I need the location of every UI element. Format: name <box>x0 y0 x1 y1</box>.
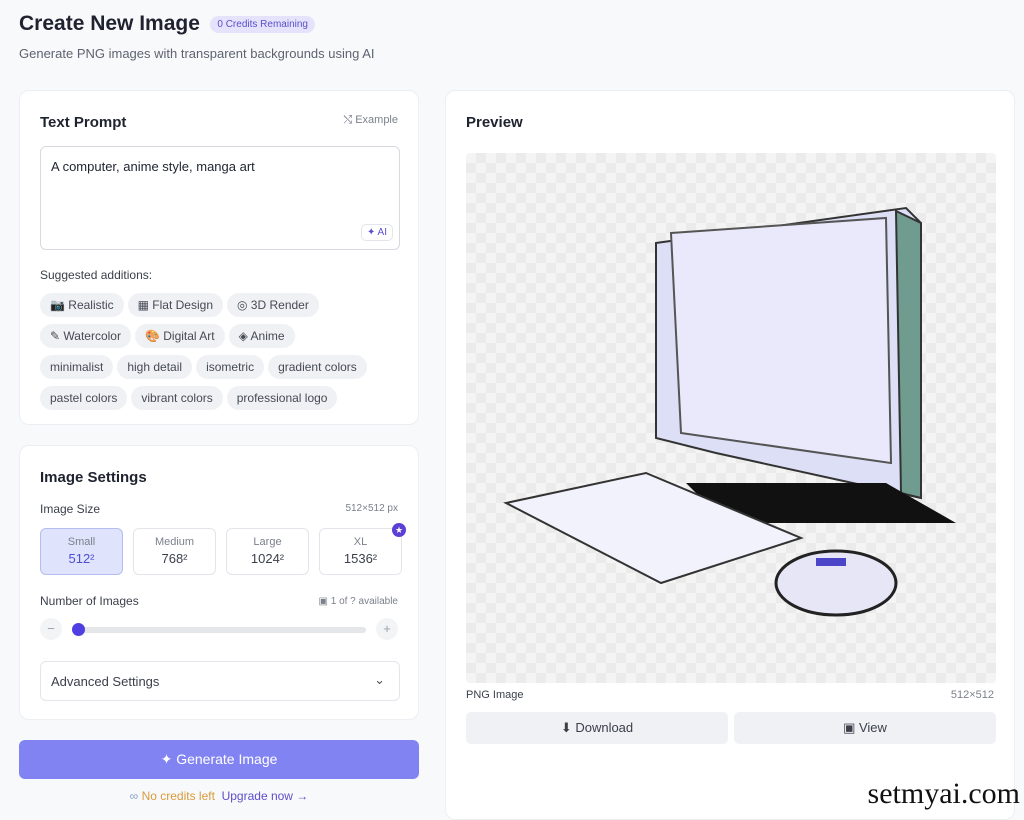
chip-watercolor[interactable]: ✎ Watercolor <box>40 324 131 348</box>
ai-enhance-button[interactable]: ✦ AI <box>360 224 393 241</box>
upgrade-link[interactable]: Upgrade now → <box>222 789 309 803</box>
generate-image-button[interactable]: ✦ Generate Image <box>19 740 419 779</box>
preview-image <box>466 153 996 683</box>
increment-button[interactable]: + <box>376 618 398 640</box>
credits-badge: 0 Credits Remaining <box>210 15 315 33</box>
image-settings-title: Image Settings <box>40 469 147 486</box>
watermark: setmyai.com <box>867 777 1020 810</box>
tag-chips: minimalist high detail isometric gradient c… <box>40 355 410 417</box>
tag-chip[interactable]: pastel colors <box>40 386 128 410</box>
tag-chip[interactable]: gradient colors <box>268 355 367 379</box>
advanced-settings-label: Advanced Settings <box>51 674 160 689</box>
page-title: Create New Image <box>19 12 200 35</box>
size-name: Large <box>253 536 282 548</box>
suggested-label: Suggested additions: <box>40 268 153 282</box>
number-of-images-label: Number of Images <box>40 594 139 608</box>
size-large[interactable]: Large 1024² <box>226 528 309 575</box>
preview-type: PNG Image <box>466 689 524 701</box>
preview-title: Preview <box>466 114 523 131</box>
advanced-settings-toggle[interactable]: Advanced Settings ⌄ <box>40 661 400 701</box>
no-credits-text: No credits left <box>141 789 215 803</box>
image-size-label: Image Size <box>40 502 101 516</box>
tag-chip[interactable]: minimalist <box>40 355 114 379</box>
computer-illustration <box>503 206 956 617</box>
tag-chip[interactable]: high detail <box>117 355 193 379</box>
size-medium[interactable]: Medium 768² <box>133 528 216 575</box>
download-button[interactable]: ⬇ Download <box>466 712 728 744</box>
chip-realistic[interactable]: 📷 Realistic <box>40 293 124 317</box>
preview-dimensions: 512×512 <box>950 689 994 701</box>
image-settings-card: Image Settings Image Size 512×512 px Sma… <box>19 445 419 720</box>
chip-anime[interactable]: ◈ Anime <box>228 324 295 348</box>
chip-flat-design[interactable]: ▦ Flat Design <box>127 293 223 317</box>
chip-3d-render[interactable]: ◎ 3D Render <box>227 293 319 317</box>
prompt-input[interactable]: A computer, anime style, manga art ✦ AI <box>40 146 400 250</box>
chip-digital-art[interactable]: 🎨 Digital Art <box>134 324 225 348</box>
size-px: 1024² <box>250 551 285 566</box>
image-count-slider[interactable] <box>78 627 366 633</box>
size-name: Medium <box>154 536 195 548</box>
image-size-value: 512×512 px <box>345 503 398 514</box>
tag-chip[interactable]: professional logo <box>226 386 338 410</box>
prompt-text: A computer, anime style, manga art <box>51 159 255 174</box>
decrement-button[interactable]: − <box>40 618 62 640</box>
page-subtitle: Generate PNG images with transparent bac… <box>19 46 375 61</box>
text-prompt-title: Text Prompt <box>40 114 127 131</box>
infinity-icon: ∞ <box>129 789 142 803</box>
size-small[interactable]: Small 512² <box>40 528 123 575</box>
chevron-down-icon: ⌄ <box>374 672 385 687</box>
images-available: ▣ 1 of ? available <box>318 596 399 607</box>
size-px: 768² <box>161 551 188 566</box>
tag-chip[interactable]: vibrant colors <box>131 386 223 410</box>
text-prompt-card: Text Prompt ⤭ Example A computer, anime … <box>19 90 419 425</box>
slider-thumb[interactable] <box>72 623 85 636</box>
page-header: Create New Image 0 Credits Remaining Gen… <box>19 12 375 61</box>
credits-status: ∞ No credits left Upgrade now → <box>0 789 438 803</box>
tag-chip[interactable]: isometric <box>196 355 265 379</box>
style-chips: 📷 Realistic ▦ Flat Design ◎ 3D Render ✎ Wa… <box>40 293 410 355</box>
view-button[interactable]: ▣ View <box>734 712 996 744</box>
premium-star-icon: ★ <box>392 523 406 537</box>
preview-card: Preview PNG Image 512×512 ⬇ Download ▣ V… <box>445 90 1015 820</box>
size-px: 1536² <box>343 551 378 566</box>
size-xl[interactable]: XL 1536² ★ <box>319 523 406 575</box>
example-button[interactable]: ⤭ Example <box>343 114 398 127</box>
size-name: XL <box>353 536 368 548</box>
size-name: Small <box>67 536 96 548</box>
size-px: 512² <box>68 551 95 566</box>
